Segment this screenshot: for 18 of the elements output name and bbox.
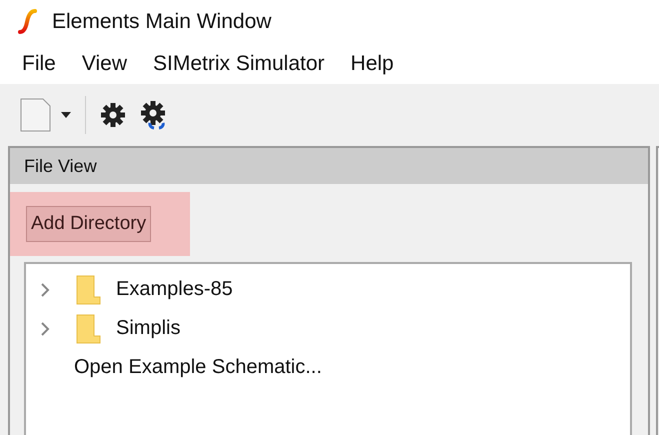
window-title: Elements Main Window [52,10,272,34]
settings-icon[interactable] [100,102,126,128]
open-example-link[interactable]: Open Example Schematic... [74,356,322,379]
chevron-icon[interactable] [40,320,50,336]
new-document-icon[interactable] [19,98,53,132]
tree-item[interactable]: Simplis [116,317,180,340]
menu-item[interactable]: SIMetrix Simulator [152,52,325,76]
add-directory-button[interactable]: Add Directory [26,206,152,242]
logo-icon [18,9,38,35]
folder-icon [76,274,102,304]
folder-icon [76,314,102,344]
tree-item[interactable]: Examples-85 [116,278,233,301]
chevron-icon[interactable] [40,282,50,298]
menu-item[interactable]: View [82,52,127,76]
panel-title: File View [24,156,97,176]
menu-item[interactable]: File [22,52,56,76]
caret-icon[interactable] [61,112,71,118]
menu-item[interactable]: Help [350,52,394,76]
